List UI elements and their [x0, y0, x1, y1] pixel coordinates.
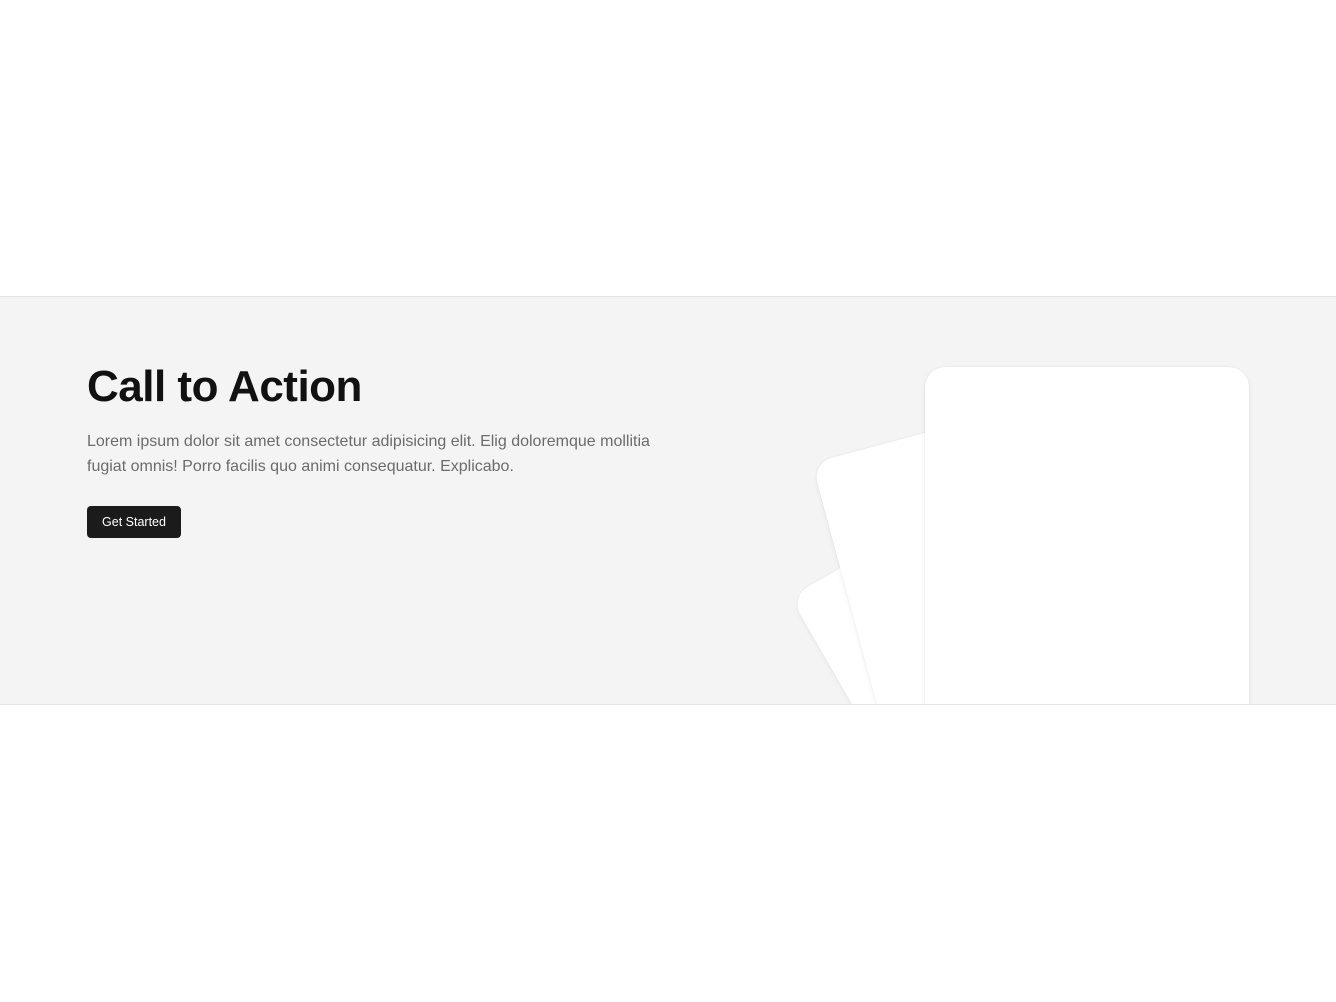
cta-description: Lorem ipsum dolor sit amet consectetur a…: [87, 433, 650, 475]
page: Call to Action Lorem ipsum dolor sit ame…: [0, 0, 1336, 1002]
decorative-card-front: [925, 367, 1249, 704]
cta-title: Call to Action: [87, 362, 362, 411]
get-started-button[interactable]: Get Started: [87, 506, 181, 538]
call-to-action-section: Call to Action Lorem ipsum dolor sit ame…: [0, 296, 1336, 705]
